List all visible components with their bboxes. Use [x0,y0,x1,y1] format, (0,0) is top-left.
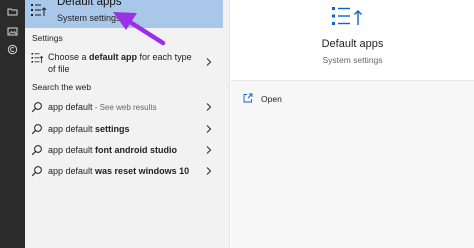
settings-result-line1: Choose a default app for each type [48,52,192,62]
web-result-text: app default - See web results [48,102,157,112]
web-result-item[interactable]: app default settings [25,121,223,137]
web-section-header: Search the web [32,82,92,92]
open-external-icon [243,93,253,103]
web-result-item[interactable]: app default was reset windows 10 [25,163,223,179]
preview-actions: Open [231,81,474,248]
web-result-text: app default settings [48,124,130,134]
preview-header: Default apps System settings [231,0,474,82]
search-icon [31,124,42,135]
default-apps-icon [332,7,362,25]
open-label: Open [261,94,282,104]
settings-result-item[interactable]: Choose a default app for each type of fi… [25,49,223,77]
web-result-item[interactable]: app default font android studio [25,142,223,158]
web-result-text: app default was reset windows 10 [48,166,190,176]
best-match-result[interactable]: Default apps System settings [25,0,223,28]
web-result-text: app default font android studio [48,145,178,155]
chevron-right-icon [206,58,212,66]
folder-icon[interactable] [7,6,18,17]
search-results-pane: Default apps System settings Settings Ch… [25,0,223,248]
preview-subtitle: System settings [322,55,383,65]
chevron-right-icon [206,103,212,111]
chevron-right-icon [206,146,212,154]
chevron-right-icon [206,167,212,175]
best-match-title: Default apps [57,0,122,8]
search-icon [31,166,42,177]
best-match-subtitle: System settings [57,13,121,23]
settings-section-header: Settings [32,33,63,43]
search-icon [31,145,42,156]
search-icon [31,102,42,113]
pane-divider [223,0,230,248]
preview-pane: Default apps System settings Open [231,0,474,248]
copyright-icon[interactable] [7,44,18,55]
settings-list-icon [31,53,43,63]
open-action[interactable]: Open [231,91,474,107]
default-apps-icon [31,4,47,16]
preview-title: Default apps [321,38,384,50]
image-icon[interactable] [7,26,18,37]
web-result-item[interactable]: app default - See web results [25,99,223,115]
chevron-right-icon [206,125,212,133]
taskbar [0,0,25,248]
settings-result-line2: of file [48,64,70,74]
